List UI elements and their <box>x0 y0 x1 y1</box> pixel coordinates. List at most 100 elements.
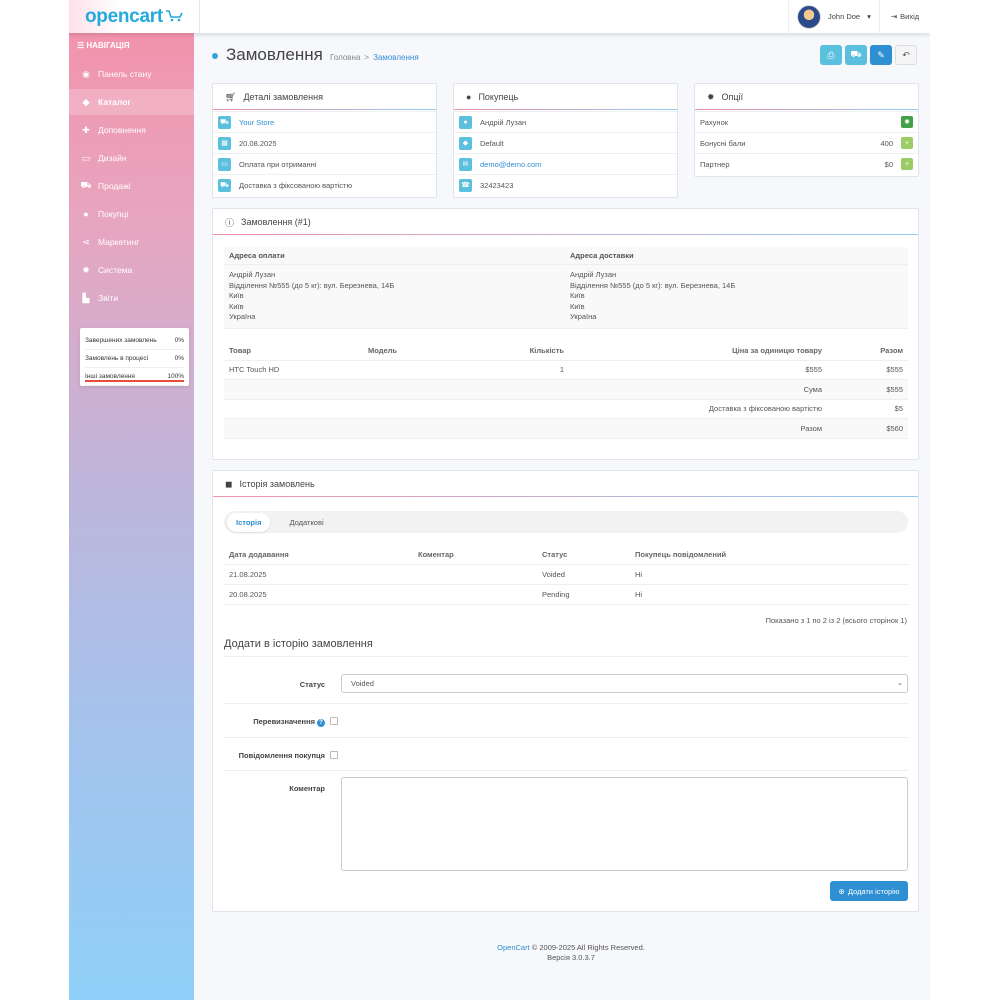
breadcrumb-home[interactable]: Головна <box>330 53 360 62</box>
chevron-down-icon: ⌄ <box>897 680 903 687</box>
info-icon: ⓘ <box>225 217 235 228</box>
comment-label: Коментар <box>289 784 325 793</box>
sidebar-item-sales[interactable]: ⛟ Продажі <box>69 173 194 199</box>
notify-checkbox[interactable] <box>330 751 338 759</box>
pencil-icon: ✎ <box>877 49 885 60</box>
store-link[interactable]: Your Store <box>239 118 274 127</box>
sidebar-item-design[interactable]: ▭ Дизайн <box>69 145 194 171</box>
tab-history[interactable]: Історія <box>227 512 271 532</box>
divider <box>224 737 908 738</box>
print-icon: ⎙ <box>827 49 835 60</box>
print-invoice-button[interactable]: ⎙ <box>820 45 842 65</box>
monitor-icon: ▭ <box>81 152 91 163</box>
divider <box>224 656 908 657</box>
sidebar-item-dashboard[interactable]: ◉ Панель стану <box>69 61 194 87</box>
table-row: Разом $560 <box>224 418 908 439</box>
email-link[interactable]: demo@demo.com <box>480 160 541 169</box>
user-menu[interactable]: John Doe ▾ <box>788 0 878 33</box>
customer-name-row: ● Андрій Лузан <box>454 111 677 132</box>
customer-panel: ● Покупець ● Андрій Лузан ◆ Default ✉ demo@d… <box>453 83 678 198</box>
invoice-row: Рахунок ✹ <box>695 111 918 132</box>
credit-card-icon: ▭ <box>218 157 231 171</box>
comment-icon: ◼ <box>225 478 233 489</box>
sidebar-item-catalog[interactable]: ◆ Каталог <box>69 89 194 115</box>
divider <box>224 770 908 771</box>
logo[interactable]: opencart <box>69 0 200 33</box>
sidebar-item-extensions[interactable]: ✚ Доповнення <box>69 117 194 143</box>
shipping-address: Адреса доставки Андрій Лузан Відділення … <box>565 247 908 328</box>
logo-text: opencart <box>85 6 163 27</box>
truck-icon: ⛟ <box>850 49 862 59</box>
reward-row: Бонусні бали 400 + <box>695 132 918 153</box>
comment-textarea[interactable] <box>341 777 908 871</box>
breadcrumb-orders[interactable]: Замовлення <box>373 53 419 62</box>
edit-button[interactable]: ✎ <box>870 45 892 65</box>
store-row: ⛟ Your Store <box>213 111 436 132</box>
add-history-button[interactable]: ⊕ Додати історію <box>830 881 908 901</box>
notify-label: Повідомлення покупця <box>238 751 325 760</box>
nav-heading[interactable]: ☰ НАВІГАЦІЯ <box>77 41 130 50</box>
top-header: opencart John Doe ▾ ⇥ Вихід <box>69 0 930 33</box>
print-shipping-button[interactable]: ⛟ <box>845 45 867 65</box>
generate-invoice-button[interactable]: ✹ <box>901 116 913 128</box>
footer-brand-link[interactable]: OpenCart <box>497 943 530 952</box>
add-history-title: Додати в історію замовлення <box>224 638 373 650</box>
app-window: opencart John Doe ▾ ⇥ Вихід ☰ НАВІГАЦІЯ … <box>69 0 930 1000</box>
sign-out-icon: ⇥ <box>890 12 898 21</box>
user-icon: ● <box>466 92 472 102</box>
sidebar-item-reports[interactable]: ▙ Звіти <box>69 285 194 311</box>
sidebar-item-system[interactable]: ✹ Система <box>69 257 194 283</box>
history-table: Дата додавання Коментар Статус Покупець … <box>224 546 908 605</box>
override-checkbox[interactable] <box>330 717 338 725</box>
panel-heading: ⓘ Замовлення (#1) <box>213 209 918 236</box>
options-panel: ✹ Опції Рахунок ✹ Бонусні бали 400 + Партнер… <box>694 83 919 177</box>
title-bullet <box>212 53 218 59</box>
history-tabs: Історія Додаткові <box>224 511 908 533</box>
sidebar-item-customers[interactable]: ● Покупці <box>69 201 194 227</box>
panel-heading: ✹ Опції <box>695 84 918 111</box>
reply-icon: ↶ <box>902 49 910 60</box>
payment-address: Адреса оплати Андрій Лузан Відділення №5… <box>224 247 564 328</box>
cart-icon: 🛒︎ <box>225 91 237 102</box>
stat-processing: Замовлень в процесі 0% <box>85 350 184 368</box>
help-icon[interactable]: ? <box>317 719 325 727</box>
cart-icon: ⛟ <box>80 180 92 190</box>
menu-icon: ☰ <box>77 41 85 50</box>
sidebar-item-marketing[interactable]: ⋖ Маркетинг <box>69 229 194 255</box>
divider <box>224 703 908 704</box>
back-button[interactable]: ↶ <box>895 45 917 65</box>
history-panel: ◼ Історія замовлень Історія Додаткові Дат… <box>212 470 919 912</box>
user-icon: ● <box>459 115 472 129</box>
pagination-text: Показано з 1 по 2 із 2 (всього сторінок … <box>765 616 907 625</box>
shipping-row: ⛟ Доставка з фіксованою вартістю <box>213 174 436 195</box>
add-reward-button[interactable]: + <box>901 137 913 149</box>
gear-icon: ✹ <box>82 264 90 275</box>
dashboard-icon: ◉ <box>82 68 90 79</box>
cart-icon: ⛟ <box>218 115 231 129</box>
tab-additional[interactable]: Додаткові <box>280 513 332 532</box>
page-title: Замовлення <box>226 45 323 64</box>
product-link[interactable]: HTC Touch HD <box>224 360 363 380</box>
truck-icon: ⛟ <box>218 178 231 192</box>
panel-heading: ● Покупець <box>454 84 677 111</box>
override-label: Перевизначення? <box>213 717 325 727</box>
customer-group-row: ◆ Default <box>454 132 677 153</box>
stat-other: Інші замовлення 100% <box>85 368 184 386</box>
panel-heading: ◼ Історія замовлень <box>213 471 918 498</box>
order-panel: ⓘ Замовлення (#1) Адреса оплати Андрій Лу… <box>212 208 919 460</box>
chart-icon: ▙ <box>82 292 90 303</box>
tag-icon: ◆ <box>82 96 90 107</box>
status-select[interactable]: Voided ⌄ <box>341 674 908 693</box>
customer-email-row: ✉ demo@demo.com <box>454 153 677 174</box>
table-row: 21.08.2025 Voided Ні <box>224 564 908 585</box>
cart-logo-icon <box>166 10 183 22</box>
gear-icon: ✹ <box>707 91 715 102</box>
logout-button[interactable]: ⇥ Вихід <box>879 0 930 33</box>
products-table: Товар Модель Кількість Ціна за одиницю т… <box>224 341 908 439</box>
address-table: Адреса оплати Андрій Лузан Відділення №5… <box>224 247 908 329</box>
add-commission-button[interactable]: + <box>901 158 913 170</box>
footer-version: Версія 3.0.3.7 <box>547 953 595 962</box>
puzzle-icon: ✚ <box>82 124 90 135</box>
share-icon: ⋖ <box>82 236 90 247</box>
main-content: Замовлення Головна > Замовлення ⎙ ⛟ ✎ ↶ … <box>212 33 930 1000</box>
